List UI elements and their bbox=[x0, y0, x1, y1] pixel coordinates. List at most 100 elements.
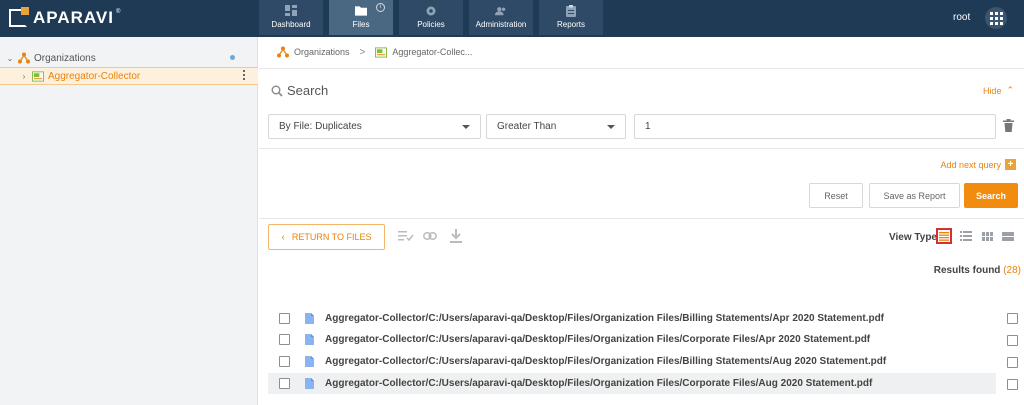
file-path: Aggregator-Collector/C:/Users/aparavi-qa… bbox=[325, 378, 873, 389]
view-type-label: View Type bbox=[889, 232, 937, 243]
operator-value: Greater Than bbox=[497, 121, 557, 132]
results-label: Results found bbox=[933, 265, 1001, 276]
collector-icon bbox=[32, 70, 44, 82]
hide-search-button[interactable]: Hide ⌃ bbox=[983, 85, 1014, 96]
dashboard-icon bbox=[285, 5, 297, 16]
main-content: Organizations > Aggregator-Collec... Sea… bbox=[259, 37, 1024, 405]
collector-icon bbox=[375, 46, 388, 58]
query-field-value: By File: Duplicates bbox=[279, 121, 362, 132]
main-nav-tabs: Dashboard i Files Policies Administratio… bbox=[259, 0, 609, 37]
view-grid-icon[interactable] bbox=[979, 228, 995, 244]
row-checkbox[interactable] bbox=[279, 313, 290, 324]
status-dot bbox=[230, 55, 235, 60]
view-table-icon[interactable] bbox=[1000, 228, 1016, 244]
hide-label: Hide bbox=[982, 85, 1002, 96]
table-row[interactable]: Aggregator-Collector/C:/Users/aparavi-qa… bbox=[268, 373, 996, 394]
query-value: 1 bbox=[645, 121, 651, 132]
users-icon bbox=[495, 5, 507, 16]
save-as-report-button[interactable]: Save as Report bbox=[869, 183, 960, 208]
breadcrumb-separator: > bbox=[359, 46, 366, 58]
operator-select[interactable]: Greater Than bbox=[486, 114, 626, 139]
file-path: Aggregator-Collector/C:/Users/aparavi-qa… bbox=[325, 313, 885, 324]
top-navigation-bar: APARAVI ® Dashboard i Files Policies Adm… bbox=[0, 0, 1024, 37]
view-list-detailed-icon[interactable] bbox=[936, 228, 952, 244]
row-right-checkbox[interactable] bbox=[1007, 313, 1018, 324]
add-query-label: Add next query bbox=[940, 159, 1001, 170]
tab-files[interactable]: i Files bbox=[329, 0, 393, 35]
organization-icon bbox=[18, 52, 30, 64]
gear-icon bbox=[425, 5, 437, 16]
search-icon bbox=[271, 85, 283, 97]
chevron-left-icon: ‹ bbox=[281, 231, 285, 243]
tree-item-aggregator-collector[interactable]: › Aggregator-Collector bbox=[0, 67, 258, 85]
row-checkbox[interactable] bbox=[279, 378, 290, 389]
file-icon bbox=[305, 313, 314, 324]
tree-item-organizations[interactable]: ⌄ Organizations bbox=[0, 49, 258, 67]
organization-icon bbox=[277, 46, 289, 58]
file-icon bbox=[305, 356, 314, 367]
breadcrumb-aggregator-collector[interactable]: Aggregator-Collec... bbox=[392, 47, 472, 57]
divider bbox=[259, 68, 1024, 69]
tab-files-label: Files bbox=[352, 20, 370, 29]
file-path: Aggregator-Collector/C:/Users/aparavi-qa… bbox=[325, 334, 871, 345]
return-label: RETURN TO FILES bbox=[291, 232, 372, 242]
row-checkbox[interactable] bbox=[279, 356, 290, 367]
file-icon bbox=[305, 334, 314, 345]
search-title: Search bbox=[287, 83, 329, 98]
chevron-right-icon[interactable]: › bbox=[20, 72, 28, 81]
divider bbox=[259, 218, 1024, 219]
logo-text: APARAVI bbox=[33, 8, 114, 27]
tab-reports[interactable]: Reports bbox=[539, 0, 603, 35]
select-list-icon[interactable] bbox=[398, 229, 414, 243]
row-checkbox[interactable] bbox=[279, 334, 290, 345]
tree-item-label: Organizations bbox=[34, 52, 96, 64]
tab-dashboard[interactable]: Dashboard bbox=[259, 0, 323, 35]
sidebar: ⌄ Organizations › Aggregator-Collector bbox=[0, 37, 258, 405]
link-icon[interactable] bbox=[422, 229, 438, 243]
reset-button[interactable]: Reset bbox=[809, 183, 863, 208]
plus-icon: + bbox=[1005, 159, 1016, 170]
tab-dashboard-label: Dashboard bbox=[271, 20, 311, 29]
return-to-files-button[interactable]: ‹ RETURN TO FILES bbox=[268, 224, 385, 250]
tab-administration-label: Administration bbox=[475, 20, 527, 29]
add-next-query-button[interactable]: Add next query + bbox=[940, 159, 1016, 170]
view-list-icon[interactable] bbox=[958, 228, 974, 244]
file-icon bbox=[305, 378, 314, 389]
table-row[interactable]: Aggregator-Collector/C:/Users/aparavi-qa… bbox=[268, 351, 996, 372]
search-heading: Search bbox=[271, 83, 328, 98]
tab-policies[interactable]: Policies bbox=[399, 0, 463, 35]
query-field-select[interactable]: By File: Duplicates bbox=[268, 114, 481, 139]
breadcrumb-organizations[interactable]: Organizations bbox=[294, 47, 350, 57]
tab-reports-label: Reports bbox=[556, 20, 585, 29]
query-value-input[interactable]: 1 bbox=[634, 114, 996, 139]
breadcrumb: Organizations > Aggregator-Collec... bbox=[277, 45, 472, 59]
results-found: Results found (28) bbox=[934, 265, 1021, 276]
more-options-icon[interactable] bbox=[242, 70, 246, 80]
table-row[interactable]: Aggregator-Collector/C:/Users/aparavi-qa… bbox=[268, 308, 996, 329]
chevron-down-icon[interactable]: ⌄ bbox=[6, 54, 14, 63]
file-path: Aggregator-Collector/C:/Users/aparavi-qa… bbox=[325, 356, 887, 367]
clipboard-icon bbox=[565, 4, 577, 17]
trash-icon[interactable] bbox=[1003, 119, 1014, 132]
tab-administration[interactable]: Administration bbox=[469, 0, 533, 35]
folder-icon bbox=[355, 5, 367, 16]
table-row[interactable]: Aggregator-Collector/C:/Users/aparavi-qa… bbox=[268, 329, 996, 350]
user-name[interactable]: root bbox=[953, 12, 970, 23]
download-icon[interactable] bbox=[448, 229, 464, 243]
row-right-checkbox[interactable] bbox=[1007, 357, 1018, 368]
aparavi-logo[interactable]: APARAVI ® bbox=[9, 7, 121, 27]
search-button[interactable]: Search bbox=[964, 183, 1018, 208]
info-icon[interactable]: i bbox=[376, 3, 385, 12]
dropdown-arrow-icon bbox=[462, 125, 470, 129]
tree-item-label: Aggregator-Collector bbox=[48, 70, 141, 82]
row-right-checkbox[interactable] bbox=[1007, 335, 1018, 346]
row-right-checkbox[interactable] bbox=[1007, 379, 1018, 390]
apps-grid-icon[interactable] bbox=[985, 7, 1007, 29]
tab-policies-label: Policies bbox=[417, 20, 445, 29]
dropdown-arrow-icon bbox=[607, 125, 615, 129]
registered-mark: ® bbox=[116, 9, 121, 15]
chevron-up-icon: ⌃ bbox=[1006, 85, 1014, 95]
logo-mark-icon bbox=[9, 7, 29, 27]
results-count: (28) bbox=[1003, 265, 1021, 276]
divider bbox=[259, 148, 1024, 149]
